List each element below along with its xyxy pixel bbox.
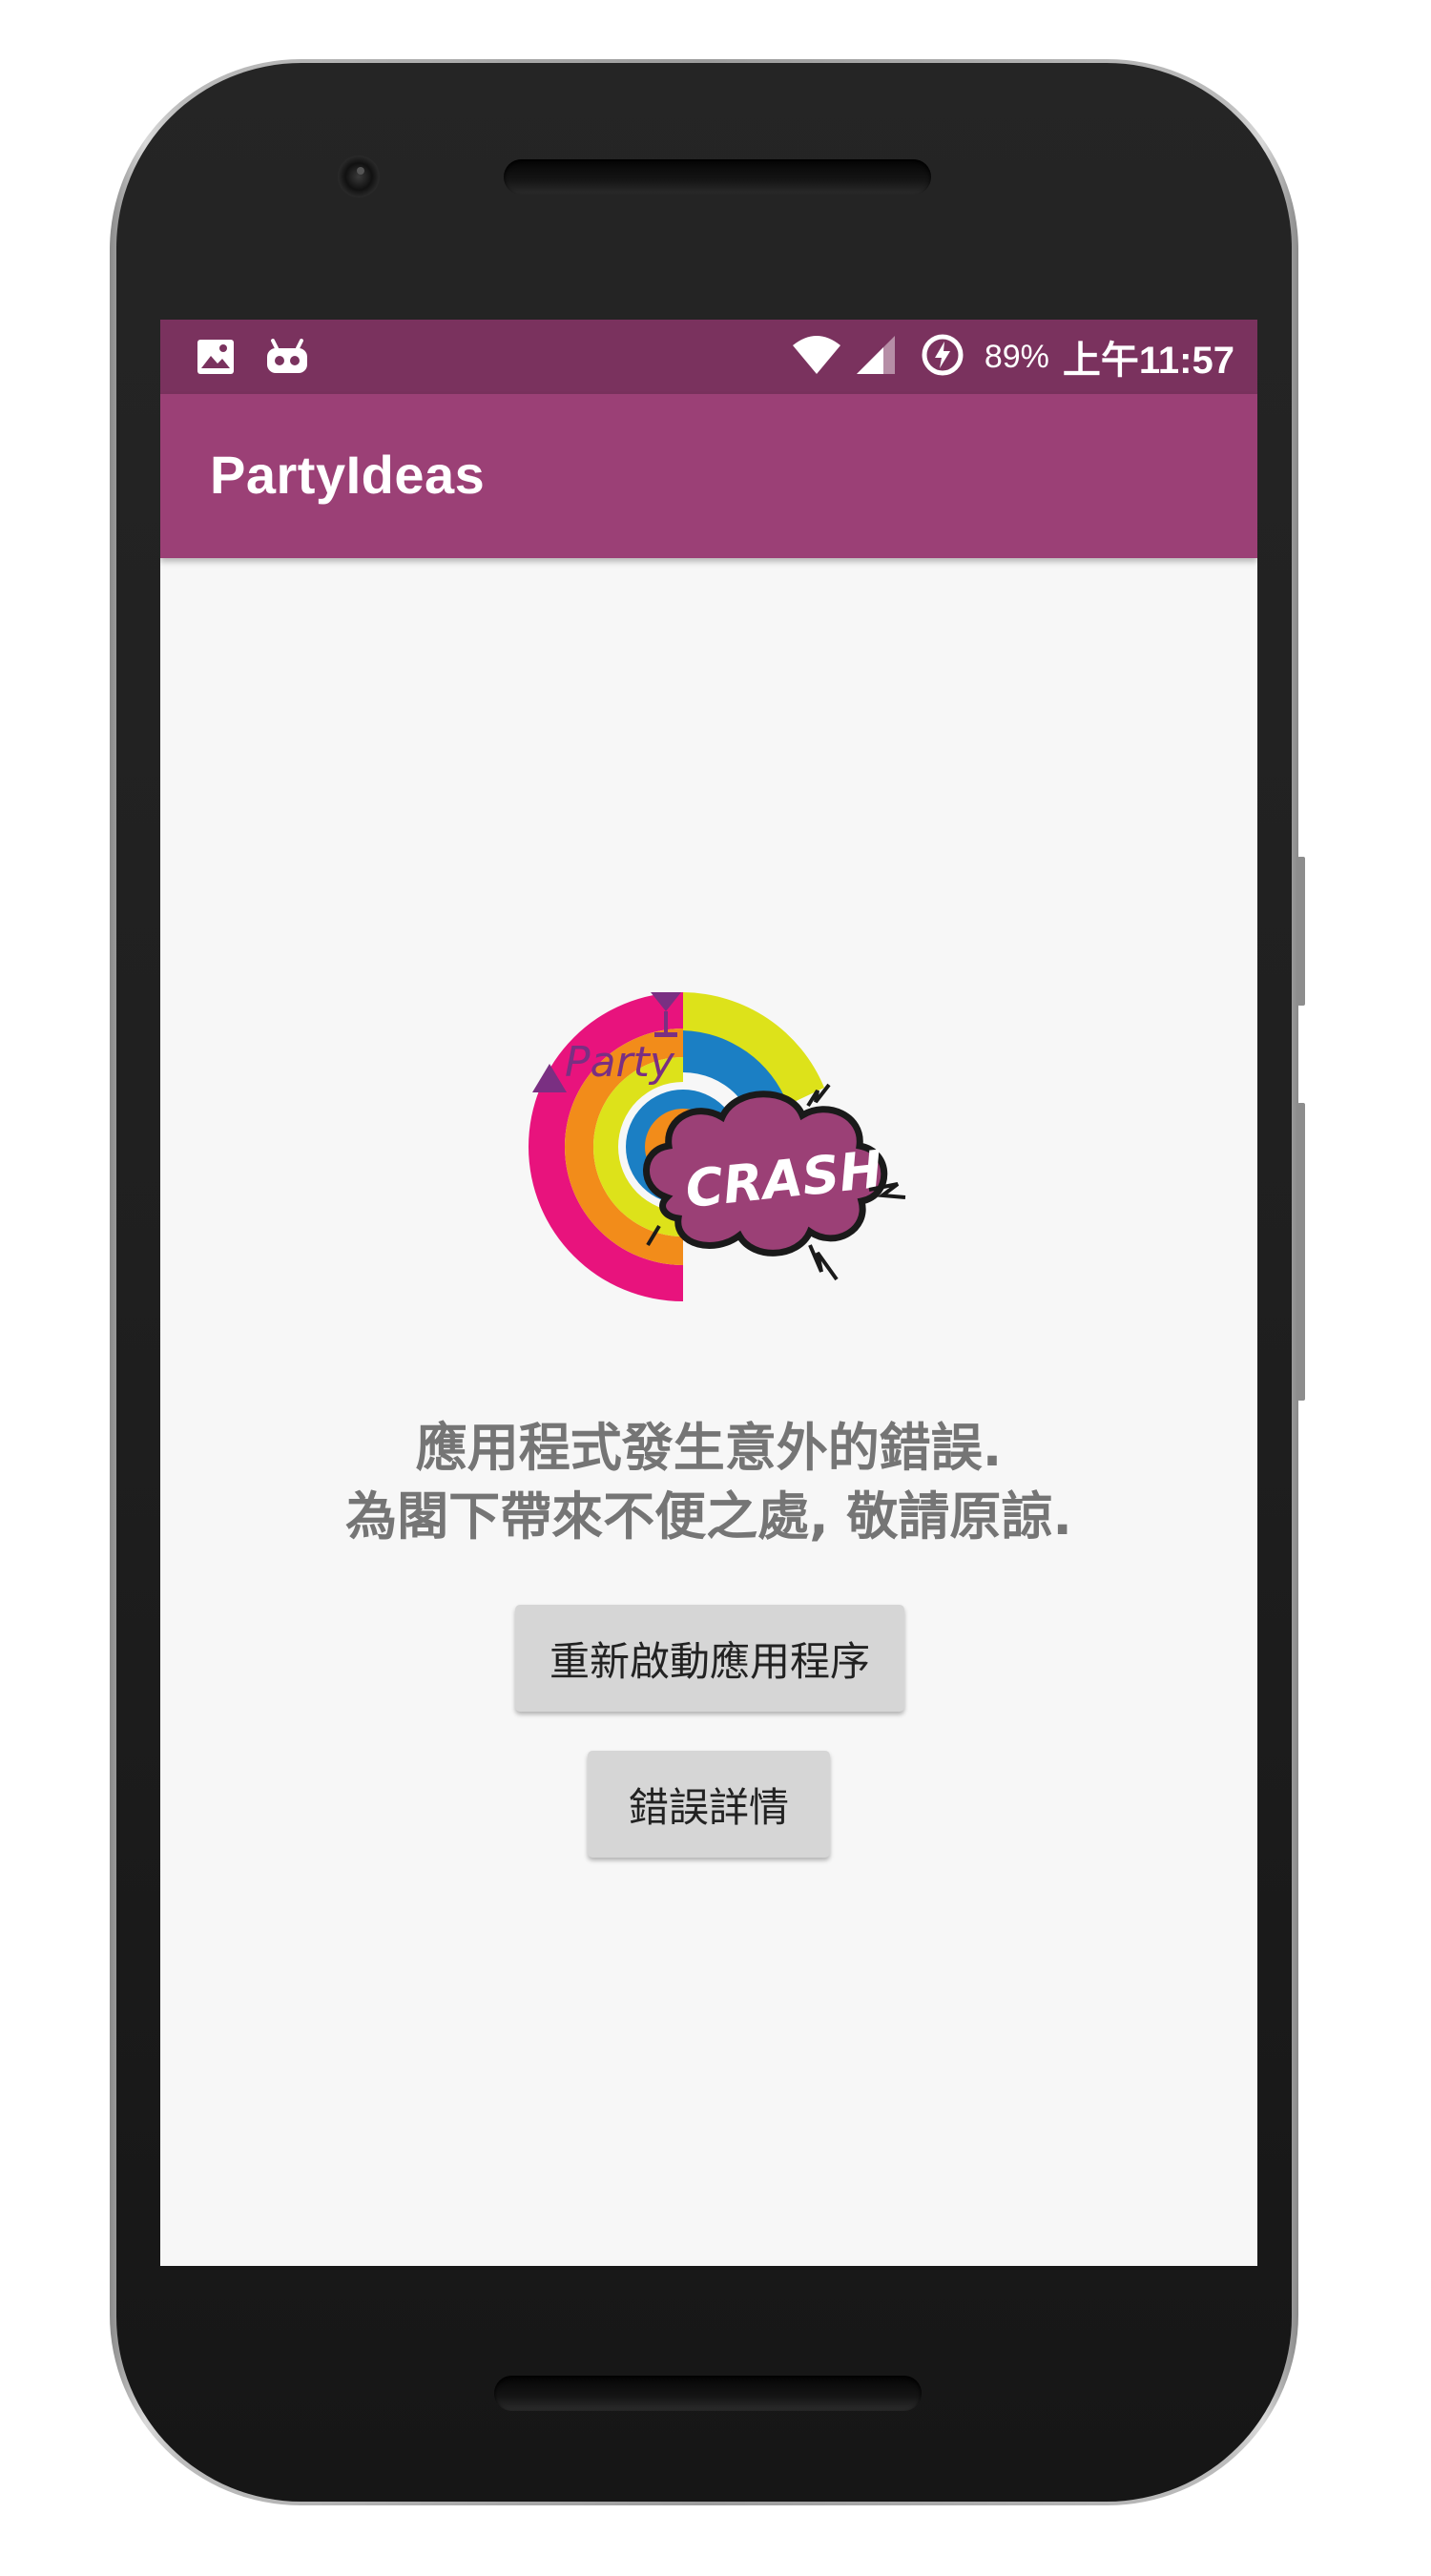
device-frame: 89% 上午11:57 PartyIdeas Party CRASH 應用程式發… [0, 0, 1431, 2576]
restart-app-button[interactable]: 重新啟動應用程序 [515, 1605, 904, 1712]
error-message-line-2: 為閣下帶來不便之處, 敬請原諒. [345, 1486, 1072, 1547]
image-icon [197, 339, 235, 379]
error-message: 應用程式發生意外的錯誤. 為閣下帶來不便之處, 敬請原諒. [160, 1414, 1257, 1551]
app-bar: PartyIdeas [160, 394, 1257, 558]
battery-percentage: 89% [984, 338, 1049, 375]
party-text: Party [565, 1038, 675, 1087]
volume-button[interactable] [1297, 857, 1305, 1006]
crash-content [160, 558, 1257, 2266]
error-message-line-1: 應用程式發生意外的錯誤. [415, 1418, 1003, 1478]
cellular-signal-icon [855, 334, 897, 380]
robot-icon [265, 339, 309, 379]
status-bar: 89% 上午11:57 [160, 320, 1257, 394]
status-right-group: 89% 上午11:57 [792, 320, 1234, 394]
clock: 上午11:57 [1062, 340, 1234, 382]
power-button[interactable] [1297, 1103, 1305, 1401]
error-details-button[interactable]: 錯誤詳情 [588, 1751, 830, 1858]
app-title: PartyIdeas [210, 445, 486, 505]
screen: 89% 上午11:57 PartyIdeas Party CRASH 應用程式發… [160, 320, 1257, 2266]
wifi-icon [792, 334, 841, 380]
battery-saver-icon [920, 332, 965, 382]
front-camera [338, 156, 380, 197]
party-crash-logo: Party CRASH [529, 992, 906, 1301]
top-speaker [504, 159, 931, 195]
bottom-speaker [494, 2376, 922, 2411]
